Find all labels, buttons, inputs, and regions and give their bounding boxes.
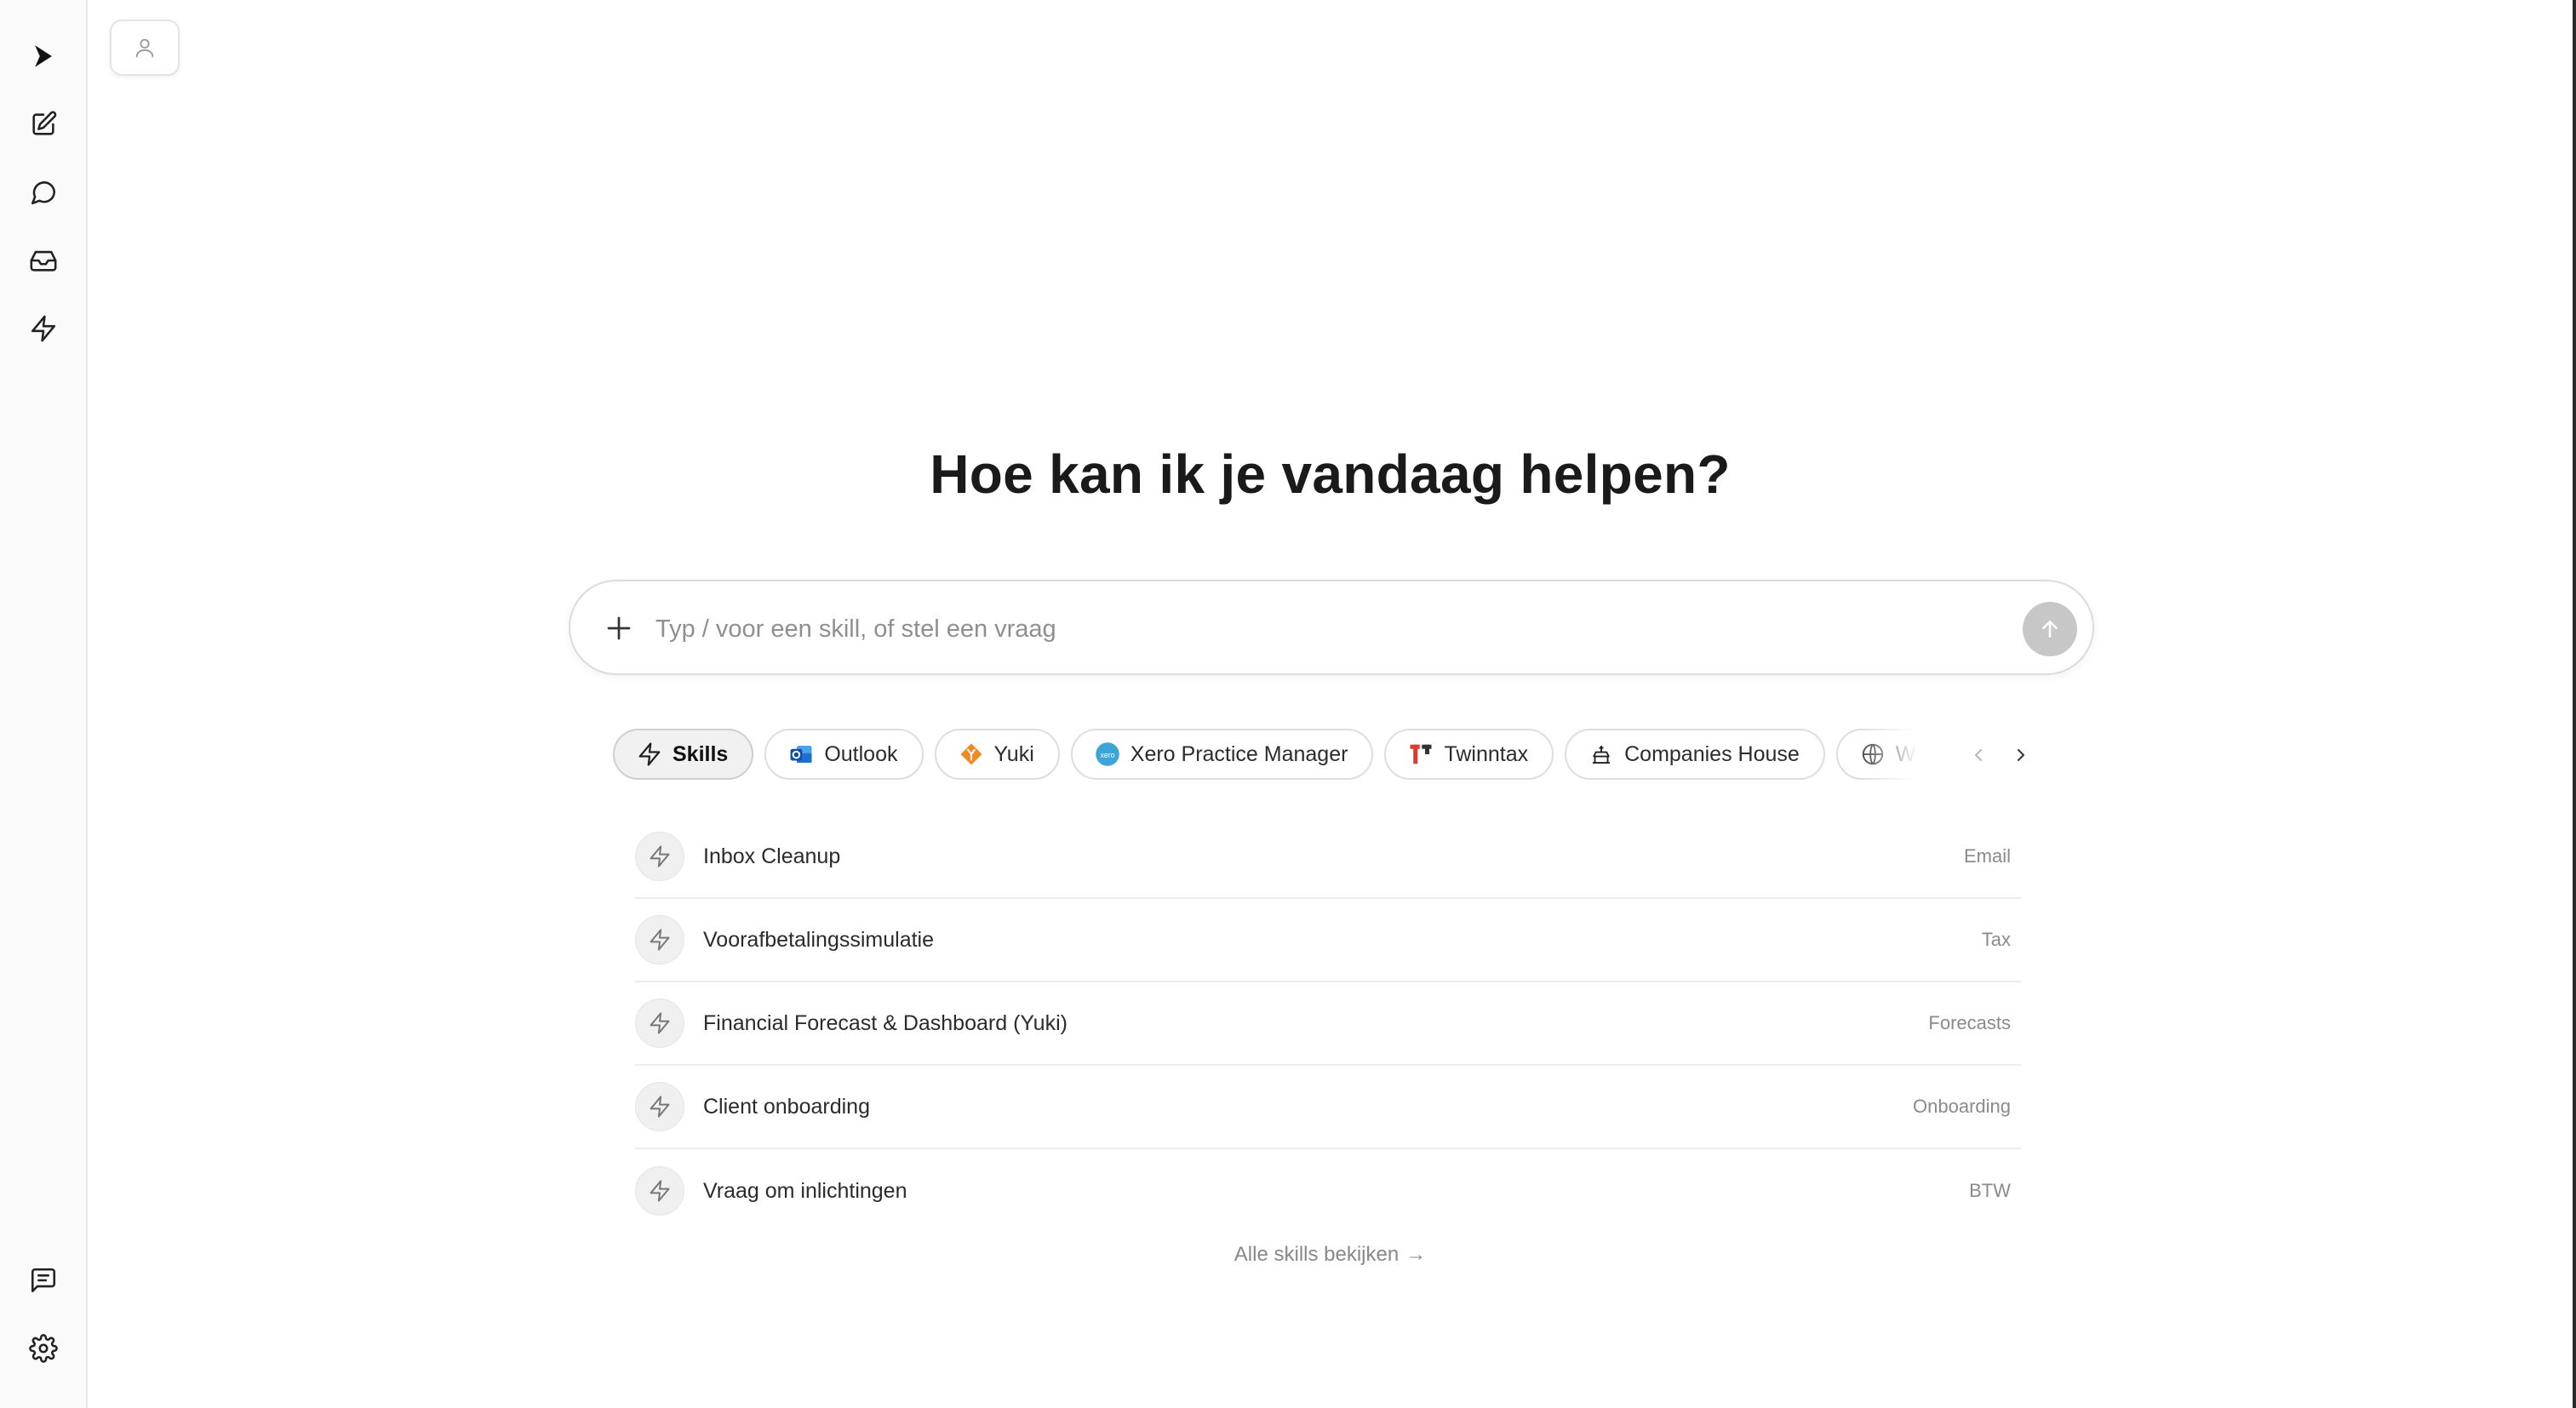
window-edge [2573,0,2576,1408]
chips-fade [1861,725,1963,785]
bolt-icon [635,1166,684,1216]
chevron-right-icon [2018,749,2024,761]
chat-input[interactable] [655,605,1932,653]
chip-twinntax[interactable]: Twinntax [1384,729,1554,780]
skill-name: Client onboarding [703,1094,870,1119]
skill-category: Email [1963,845,2011,867]
new-chat-icon[interactable] [23,104,64,145]
chip-label: Twinntax [1444,741,1529,766]
chevron-left-icon [1975,749,1982,761]
play-logo-icon[interactable] [23,36,64,77]
skill-item-financial-forecast[interactable]: Financial Forecast & Dashboard (Yuki) Fo… [635,982,2021,1066]
add-attachment-button[interactable] [598,607,640,650]
skill-name: Financial Forecast & Dashboard (Yuki) [703,1010,1068,1035]
skill-item-vraag-om-inlichtingen[interactable]: Vraag om inlichtingen BTW [635,1149,2021,1233]
skill-item-inbox-cleanup[interactable]: Inbox Cleanup Email [635,816,2021,899]
skill-name: Inbox Cleanup [703,844,841,868]
twinntax-icon [1408,741,1434,767]
bolt-icon [635,999,684,1048]
chip-outlook[interactable]: Outlook [764,729,924,780]
plus-icon [607,616,631,640]
skill-name: Voorafbetalingssimulatie [703,927,934,952]
skill-category: Forecasts [1928,1012,2011,1033]
settings-gear-icon[interactable] [23,1328,64,1369]
chip-label: Outlook [824,741,898,766]
bolt-icon [635,832,684,881]
chip-yuki[interactable]: Yuki [934,729,1060,780]
skill-category: BTW [1969,1180,2011,1201]
chip-label: Xero Practice Manager [1130,741,1348,766]
chip-label: Skills [673,741,729,766]
companies-house-icon [1589,741,1614,767]
feedback-icon[interactable] [23,1260,64,1301]
sidebar [0,0,88,1408]
arrow-right-icon: → [1405,1243,1427,1266]
integration-chips: Skills Outlook Yuki xero Xero Practice M… [613,729,1949,781]
skill-item-voorafbetalingssimulatie[interactable]: Voorafbetalingssimulatie Tax [635,899,2021,982]
chips-next-button[interactable] [2008,742,2034,768]
skill-name: Vraag om inlichtingen [703,1178,907,1203]
page-title: Hoe kan ik je vandaag helpen? [930,444,1731,505]
outlook-icon [788,741,814,767]
all-skills-link[interactable]: Alle skills bekijken → [88,1243,2573,1267]
all-skills-label: Alle skills bekijken [1234,1243,1400,1266]
bolt-icon [637,741,662,767]
inbox-icon[interactable] [23,240,64,281]
profile-button[interactable] [110,20,180,76]
chip-label: Companies House [1624,741,1800,766]
chat-composer [569,580,2094,675]
chip-label: Yuki [993,741,1034,766]
skills-list: Inbox Cleanup Email Voorafbetalingssimul… [635,816,2021,1233]
bolt-icon [635,1082,684,1131]
send-button[interactable] [2023,602,2077,656]
bolt-icon[interactable] [23,308,64,349]
arrow-up-icon [2042,621,2058,638]
svg-text:xero: xero [1100,751,1114,759]
skill-category: Onboarding [1913,1096,2011,1117]
user-icon [135,38,154,58]
chip-companies-house[interactable]: Companies House [1565,729,1825,780]
skill-item-client-onboarding[interactable]: Client onboarding Onboarding [635,1066,2021,1149]
chips-prev-button[interactable] [1966,742,1991,768]
xero-icon: xero [1095,741,1120,767]
chip-skills[interactable]: Skills [613,729,754,780]
bolt-icon [635,915,684,964]
chip-xero-practice-manager[interactable]: xero Xero Practice Manager [1070,729,1374,780]
yuki-icon [959,741,984,767]
chat-bubble-icon[interactable] [23,172,64,213]
skill-category: Tax [1981,929,2011,950]
